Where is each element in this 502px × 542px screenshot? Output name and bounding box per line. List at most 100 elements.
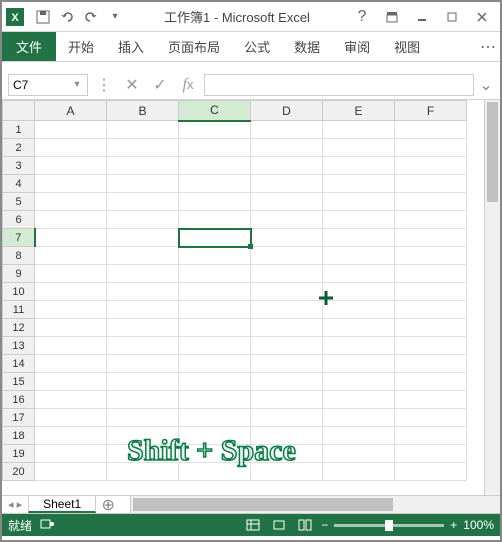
cell-A14[interactable] — [35, 355, 107, 373]
cell-B11[interactable] — [107, 301, 179, 319]
cell-F16[interactable] — [395, 391, 467, 409]
row-header-5[interactable]: 5 — [3, 193, 35, 211]
row-header-4[interactable]: 4 — [3, 175, 35, 193]
cell-C14[interactable] — [179, 355, 251, 373]
cell-D10[interactable] — [251, 283, 323, 301]
zoom-in-icon[interactable]: + — [450, 518, 457, 532]
cell-B6[interactable] — [107, 211, 179, 229]
cell-A3[interactable] — [35, 157, 107, 175]
row-header-15[interactable]: 15 — [3, 373, 35, 391]
cell-A8[interactable] — [35, 247, 107, 265]
col-header-D[interactable]: D — [251, 101, 323, 121]
cell-D4[interactable] — [251, 175, 323, 193]
select-all-corner[interactable] — [3, 101, 35, 121]
name-box[interactable]: C7 ▾ — [8, 74, 88, 96]
cell-F2[interactable] — [395, 139, 467, 157]
cell-D19[interactable] — [251, 445, 323, 463]
cell-D1[interactable] — [251, 121, 323, 139]
cell-D20[interactable] — [251, 463, 323, 481]
close-icon[interactable] — [468, 6, 496, 28]
cell-F11[interactable] — [395, 301, 467, 319]
row-header-9[interactable]: 9 — [3, 265, 35, 283]
cell-C17[interactable] — [179, 409, 251, 427]
cell-B3[interactable] — [107, 157, 179, 175]
cell-E10[interactable] — [323, 283, 395, 301]
cell-F19[interactable] — [395, 445, 467, 463]
row-header-1[interactable]: 1 — [3, 121, 35, 139]
row-header-18[interactable]: 18 — [3, 427, 35, 445]
cell-B2[interactable] — [107, 139, 179, 157]
redo-icon[interactable] — [80, 6, 102, 28]
cell-C5[interactable] — [179, 193, 251, 211]
enter-icon[interactable]: ✓ — [148, 74, 172, 96]
cell-C11[interactable] — [179, 301, 251, 319]
cell-D16[interactable] — [251, 391, 323, 409]
cell-F3[interactable] — [395, 157, 467, 175]
cell-B10[interactable] — [107, 283, 179, 301]
cell-E20[interactable] — [323, 463, 395, 481]
row-header-2[interactable]: 2 — [3, 139, 35, 157]
cell-E14[interactable] — [323, 355, 395, 373]
col-header-C[interactable]: C — [179, 101, 251, 121]
formula-more-icon[interactable]: ⋮ — [92, 74, 116, 96]
cell-C3[interactable] — [179, 157, 251, 175]
cell-F9[interactable] — [395, 265, 467, 283]
cell-E11[interactable] — [323, 301, 395, 319]
cell-E16[interactable] — [323, 391, 395, 409]
row-header-12[interactable]: 12 — [3, 319, 35, 337]
cell-E5[interactable] — [323, 193, 395, 211]
normal-view-icon[interactable] — [243, 517, 263, 533]
cell-A18[interactable] — [35, 427, 107, 445]
cell-B20[interactable] — [107, 463, 179, 481]
col-header-B[interactable]: B — [107, 101, 179, 121]
cell-D5[interactable] — [251, 193, 323, 211]
cell-C19[interactable] — [179, 445, 251, 463]
vertical-scrollbar[interactable] — [484, 100, 500, 495]
cell-D13[interactable] — [251, 337, 323, 355]
cell-A6[interactable] — [35, 211, 107, 229]
cell-B15[interactable] — [107, 373, 179, 391]
cell-D8[interactable] — [251, 247, 323, 265]
cell-C8[interactable] — [179, 247, 251, 265]
cell-E6[interactable] — [323, 211, 395, 229]
maximize-icon[interactable] — [438, 6, 466, 28]
cell-C4[interactable] — [179, 175, 251, 193]
cell-C7[interactable] — [179, 229, 251, 247]
sheet-nav[interactable]: ◂ ▸ — [2, 496, 28, 513]
help-icon[interactable]: ? — [348, 6, 376, 28]
cell-E2[interactable] — [323, 139, 395, 157]
cell-F4[interactable] — [395, 175, 467, 193]
cell-B4[interactable] — [107, 175, 179, 193]
cell-A20[interactable] — [35, 463, 107, 481]
cell-B13[interactable] — [107, 337, 179, 355]
cell-A16[interactable] — [35, 391, 107, 409]
cell-B9[interactable] — [107, 265, 179, 283]
cell-C6[interactable] — [179, 211, 251, 229]
cell-D7[interactable] — [251, 229, 323, 247]
cell-A13[interactable] — [35, 337, 107, 355]
cell-B14[interactable] — [107, 355, 179, 373]
cell-F17[interactable] — [395, 409, 467, 427]
cell-D18[interactable] — [251, 427, 323, 445]
cell-C12[interactable] — [179, 319, 251, 337]
row-header-16[interactable]: 16 — [3, 391, 35, 409]
cell-A19[interactable] — [35, 445, 107, 463]
cell-D17[interactable] — [251, 409, 323, 427]
cell-F10[interactable] — [395, 283, 467, 301]
cell-C1[interactable] — [179, 121, 251, 139]
cell-C10[interactable] — [179, 283, 251, 301]
row-header-6[interactable]: 6 — [3, 211, 35, 229]
save-icon[interactable] — [32, 6, 54, 28]
cell-A17[interactable] — [35, 409, 107, 427]
cell-E17[interactable] — [323, 409, 395, 427]
undo-icon[interactable] — [56, 6, 78, 28]
ribbon-display-icon[interactable] — [378, 6, 406, 28]
cell-F14[interactable] — [395, 355, 467, 373]
cell-B17[interactable] — [107, 409, 179, 427]
cell-C9[interactable] — [179, 265, 251, 283]
cell-B5[interactable] — [107, 193, 179, 211]
cell-A4[interactable] — [35, 175, 107, 193]
cell-D6[interactable] — [251, 211, 323, 229]
tab-view[interactable]: 视图 — [382, 32, 432, 61]
tab-page-layout[interactable]: 页面布局 — [156, 32, 232, 61]
